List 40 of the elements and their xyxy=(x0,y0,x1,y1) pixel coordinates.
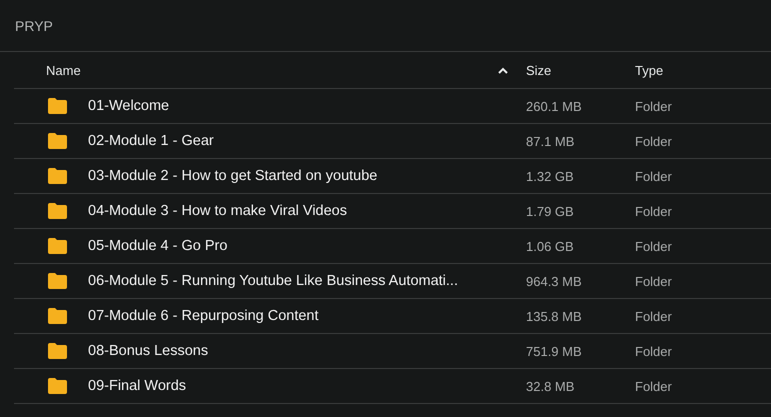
size-cell-text: 87.1 MB xyxy=(526,134,576,148)
folder-name[interactable]: 09-Final Words xyxy=(88,377,186,395)
column-header[interactable]: Type xyxy=(635,62,664,78)
size-cell-text: 135.8 MB xyxy=(526,308,583,324)
type-cell-text: Folder xyxy=(635,134,673,148)
size-cell-text: 1.06 GB xyxy=(526,238,575,254)
size-cell-text: 32.8 MB xyxy=(526,378,576,394)
folder-icon xyxy=(47,342,68,360)
folder-icon xyxy=(47,377,68,395)
folder-icon xyxy=(47,307,68,325)
type-cell-text: Folder xyxy=(635,204,673,218)
folder-title: PRYP xyxy=(15,18,53,34)
type-cell-text: Folder xyxy=(635,98,673,114)
folder-name[interactable]: 04-Module 3 - How to make Viral Videos xyxy=(88,202,347,220)
folder-icon xyxy=(47,272,68,290)
size-cell-text: 751.9 MB xyxy=(526,344,583,358)
folder-icon xyxy=(47,167,68,185)
folder-name[interactable]: 01-Welcome xyxy=(88,97,170,115)
folder-icon xyxy=(47,132,68,150)
size-cell-text: 1.79 GB xyxy=(526,204,575,218)
folder-icon xyxy=(47,237,68,255)
folder-name[interactable]: 08-Bonus Lessons xyxy=(88,342,208,360)
type-cell-text: Folder xyxy=(635,308,673,324)
folder-name[interactable]: 07-Module 6 - Repurposing Content xyxy=(88,307,319,325)
folder-name[interactable]: 03-Module 2 - How to get Started on youtube xyxy=(88,167,378,185)
size-cell-text: 964.3 MB xyxy=(526,274,583,288)
folder-name[interactable]: 06-Module 5 - Running Youtube Like Business Automati... xyxy=(88,272,458,290)
folder-name[interactable]: 05-Module 4 - Go Pro xyxy=(88,237,228,255)
column-header[interactable]: Size xyxy=(526,62,552,78)
type-cell-text: Folder xyxy=(635,274,673,288)
size-cell-text: 260.1 MB xyxy=(526,98,583,114)
folder-icon xyxy=(47,202,68,220)
folder-icon xyxy=(47,97,68,115)
size-cell-text: 1.32 GB xyxy=(526,168,575,184)
type-cell-text: Folder xyxy=(635,238,673,254)
type-cell-text: Folder xyxy=(635,378,673,394)
type-cell-text: Folder xyxy=(635,344,673,358)
type-cell-text: Folder xyxy=(635,168,673,184)
column-header[interactable]: Name xyxy=(46,62,508,78)
folder-name[interactable]: 02-Module 1 - Gear xyxy=(88,132,214,150)
